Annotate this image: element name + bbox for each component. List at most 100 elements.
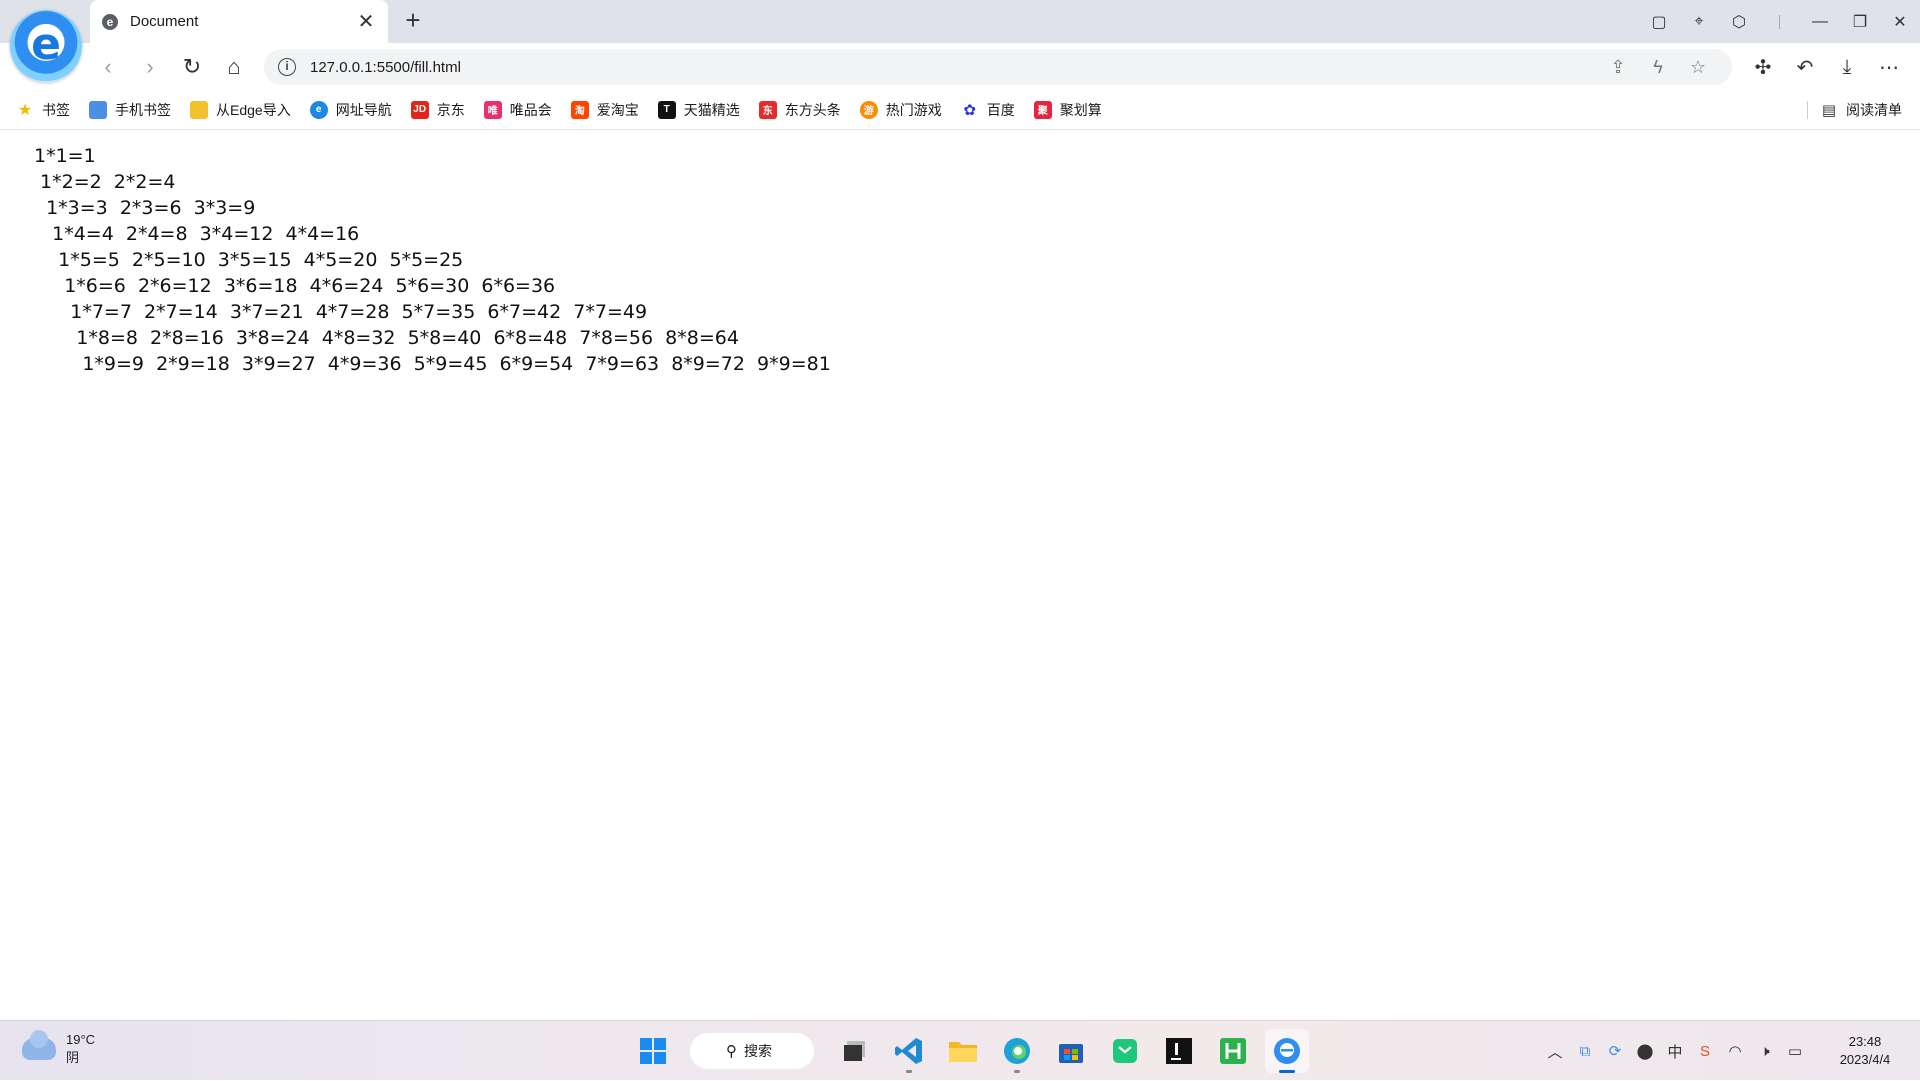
minimize-icon[interactable]: —	[1800, 0, 1840, 43]
juhuasuan-icon: 聚	[1033, 100, 1052, 119]
taskbar-search[interactable]: ⚲ 搜索	[690, 1033, 814, 1069]
bookmarks-bar: ★ 书签 手机书签 从Edge导入 e 网址导航 JD 京东 唯唯品会 淘爱淘宝 T天…	[0, 90, 1920, 130]
edge-icon	[1004, 1038, 1030, 1064]
back-icon[interactable]: ‹	[92, 51, 124, 83]
weather-text: 19°C 阴	[66, 1031, 95, 1067]
vscode-icon	[895, 1038, 922, 1064]
bookmark-item[interactable]: JD 京东	[410, 100, 465, 120]
page-favicon-icon: e	[102, 13, 118, 30]
reload-icon[interactable]: ↻	[176, 51, 208, 83]
start-button[interactable]	[631, 1029, 675, 1073]
favorite-star-icon[interactable]: ☆	[1678, 57, 1718, 78]
game-icon: 游	[859, 100, 878, 119]
multiplication-row: 1*7=7 2*7=14 3*7=21 4*7=28 5*7=35 6*7=42…	[34, 301, 648, 323]
weather-desc: 阴	[66, 1050, 80, 1065]
toolbar-actions: ✣ ↶ ⤓ ⋯	[1742, 51, 1910, 83]
running-indicator	[906, 1070, 912, 1073]
clock[interactable]: 23:48 2023/4/4	[1810, 1033, 1920, 1069]
undo-dropdown-icon[interactable]: ↶	[1784, 51, 1826, 83]
game-mode-icon[interactable]: ⌖	[1679, 0, 1719, 43]
bookmark-item[interactable]: 手机书签	[89, 100, 171, 120]
bookmark-item[interactable]: T 天猫精选	[657, 100, 740, 120]
browser-logo-icon[interactable]: e	[10, 10, 82, 82]
bookmark-item[interactable]: 东东方头条	[758, 100, 841, 120]
reading-list-icon: ▤	[1821, 102, 1836, 119]
tray-app-icon[interactable]: ⧉	[1570, 1043, 1600, 1060]
weather-temp: 19°C	[66, 1032, 96, 1047]
bookmark-item[interactable]: 从Edge导入	[190, 100, 291, 120]
share-icon[interactable]: ⇪	[1598, 57, 1638, 78]
download-icon[interactable]: ⤓	[1826, 51, 1868, 83]
sogou-icon[interactable]: S	[1690, 1043, 1720, 1060]
baidu-paw-icon: ✿	[963, 101, 976, 119]
address-bar[interactable]: i 127.0.0.1:5500/fill.html ⇪ ϟ ☆	[264, 49, 1732, 85]
home-icon[interactable]: ⌂	[218, 51, 250, 83]
hbuilder-icon	[1220, 1038, 1246, 1064]
address-url[interactable]: 127.0.0.1:5500/fill.html	[310, 59, 1598, 76]
weather-widget[interactable]: 19°C 阴	[22, 1030, 95, 1067]
hbuilder-app[interactable]	[1211, 1029, 1255, 1073]
file-explorer-app[interactable]	[941, 1029, 985, 1073]
idea-app[interactable]	[1157, 1029, 1201, 1073]
more-menu-icon[interactable]: ⋯	[1868, 51, 1910, 83]
taskbar-apps: ⚲ 搜索	[626, 1029, 1314, 1073]
windows-start-icon	[640, 1038, 666, 1064]
forward-icon[interactable]: ›	[134, 51, 166, 83]
multiplication-row: 1*1=1	[34, 145, 96, 167]
nav-site-icon: e	[309, 100, 328, 119]
tab-close-icon[interactable]: ✕	[356, 9, 376, 34]
active-indicator	[1279, 1070, 1295, 1073]
search-label: 搜索	[744, 1043, 772, 1059]
multiplication-row: 1*8=8 2*8=16 3*8=24 4*8=32 5*8=40 6*8=48…	[34, 327, 739, 349]
browser-e-icon	[1274, 1038, 1300, 1064]
task-view-icon	[844, 1041, 865, 1061]
browser-app[interactable]	[1265, 1029, 1309, 1073]
vscode-app[interactable]	[887, 1029, 931, 1073]
wechat-app[interactable]	[1103, 1029, 1147, 1073]
multiplication-row: 1*5=5 2*5=10 3*5=15 4*5=20 5*5=25	[34, 249, 464, 271]
reading-list[interactable]: ▤ 阅读清单	[1806, 90, 1902, 130]
store-app[interactable]	[1049, 1029, 1093, 1073]
bookmark-item[interactable]: 淘爱淘宝	[570, 100, 639, 120]
window-controls-divider	[1779, 14, 1780, 29]
edge-app[interactable]	[995, 1029, 1039, 1073]
task-view-button[interactable]	[833, 1029, 877, 1073]
idea-icon	[1166, 1038, 1192, 1064]
multiplication-row: 1*3=3 2*3=6 3*3=9	[34, 197, 256, 219]
extensions-icon[interactable]: ✣	[1742, 51, 1784, 83]
search-icon: ⚲	[726, 1043, 737, 1060]
bookmark-item[interactable]: ✿ 百度	[961, 100, 1014, 120]
multiplication-row: 1*4=4 2*4=8 3*4=12 4*4=16	[34, 223, 360, 245]
bookmark-item[interactable]: 游热门游戏	[859, 100, 942, 120]
system-tray: ︿ ⧉ ⟳ ⬤ 中 S ◠ 🕨 ▭ 23:48 2023/4/4	[1540, 1021, 1920, 1081]
qq-icon[interactable]: ⬤	[1630, 1042, 1660, 1060]
jd-icon: JD	[410, 100, 429, 119]
new-tab-button[interactable]: +	[400, 7, 426, 34]
page-content: 1*1=1 1*2=2 2*2=4 1*3=3 2*3=6 3*3=9 1*4=…	[0, 131, 1920, 1020]
bookmark-item[interactable]: e 网址导航	[309, 100, 392, 120]
ime-icon[interactable]: 中	[1660, 1041, 1690, 1062]
multiplication-row: 1*9=9 2*9=18 3*9=27 4*9=36 5*9=45 6*9=54…	[34, 353, 831, 375]
site-info-icon[interactable]: i	[278, 58, 296, 76]
restore-icon[interactable]: ❐	[1840, 0, 1880, 43]
battery-icon[interactable]: ▭	[1780, 1042, 1810, 1060]
volume-icon[interactable]: 🕨	[1750, 1043, 1780, 1060]
vip-icon: 唯	[483, 100, 502, 119]
multiplication-row: 1*2=2 2*2=4	[34, 171, 176, 193]
mobile-bookmark-icon	[89, 100, 107, 119]
bookmark-item[interactable]: 聚聚划算	[1033, 100, 1102, 120]
bookmark-item[interactable]: 唯唯品会	[483, 100, 552, 120]
folder-icon	[190, 100, 208, 119]
sync-icon[interactable]: ⟳	[1600, 1042, 1630, 1060]
extensions-puzzle-icon[interactable]: ⬡	[1719, 0, 1759, 43]
chevron-up-icon[interactable]: ︿	[1540, 1041, 1570, 1062]
bookmark-item[interactable]: ★ 书签	[16, 100, 70, 120]
title-bar: e Document ✕ + ▢ ⌖ ⬡ — ❐ ✕	[0, 0, 1920, 43]
tab-count-icon[interactable]: ▢	[1639, 0, 1679, 43]
navigation-toolbar: ‹ › ↻ ⌂ i 127.0.0.1:5500/fill.html ⇪ ϟ ☆…	[0, 43, 1920, 90]
close-window-icon[interactable]: ✕	[1880, 0, 1920, 43]
taobao-icon: 淘	[570, 100, 589, 119]
wifi-icon[interactable]: ◠	[1720, 1042, 1750, 1060]
lightning-icon[interactable]: ϟ	[1638, 57, 1678, 78]
tab-document[interactable]: e Document ✕	[90, 0, 388, 43]
